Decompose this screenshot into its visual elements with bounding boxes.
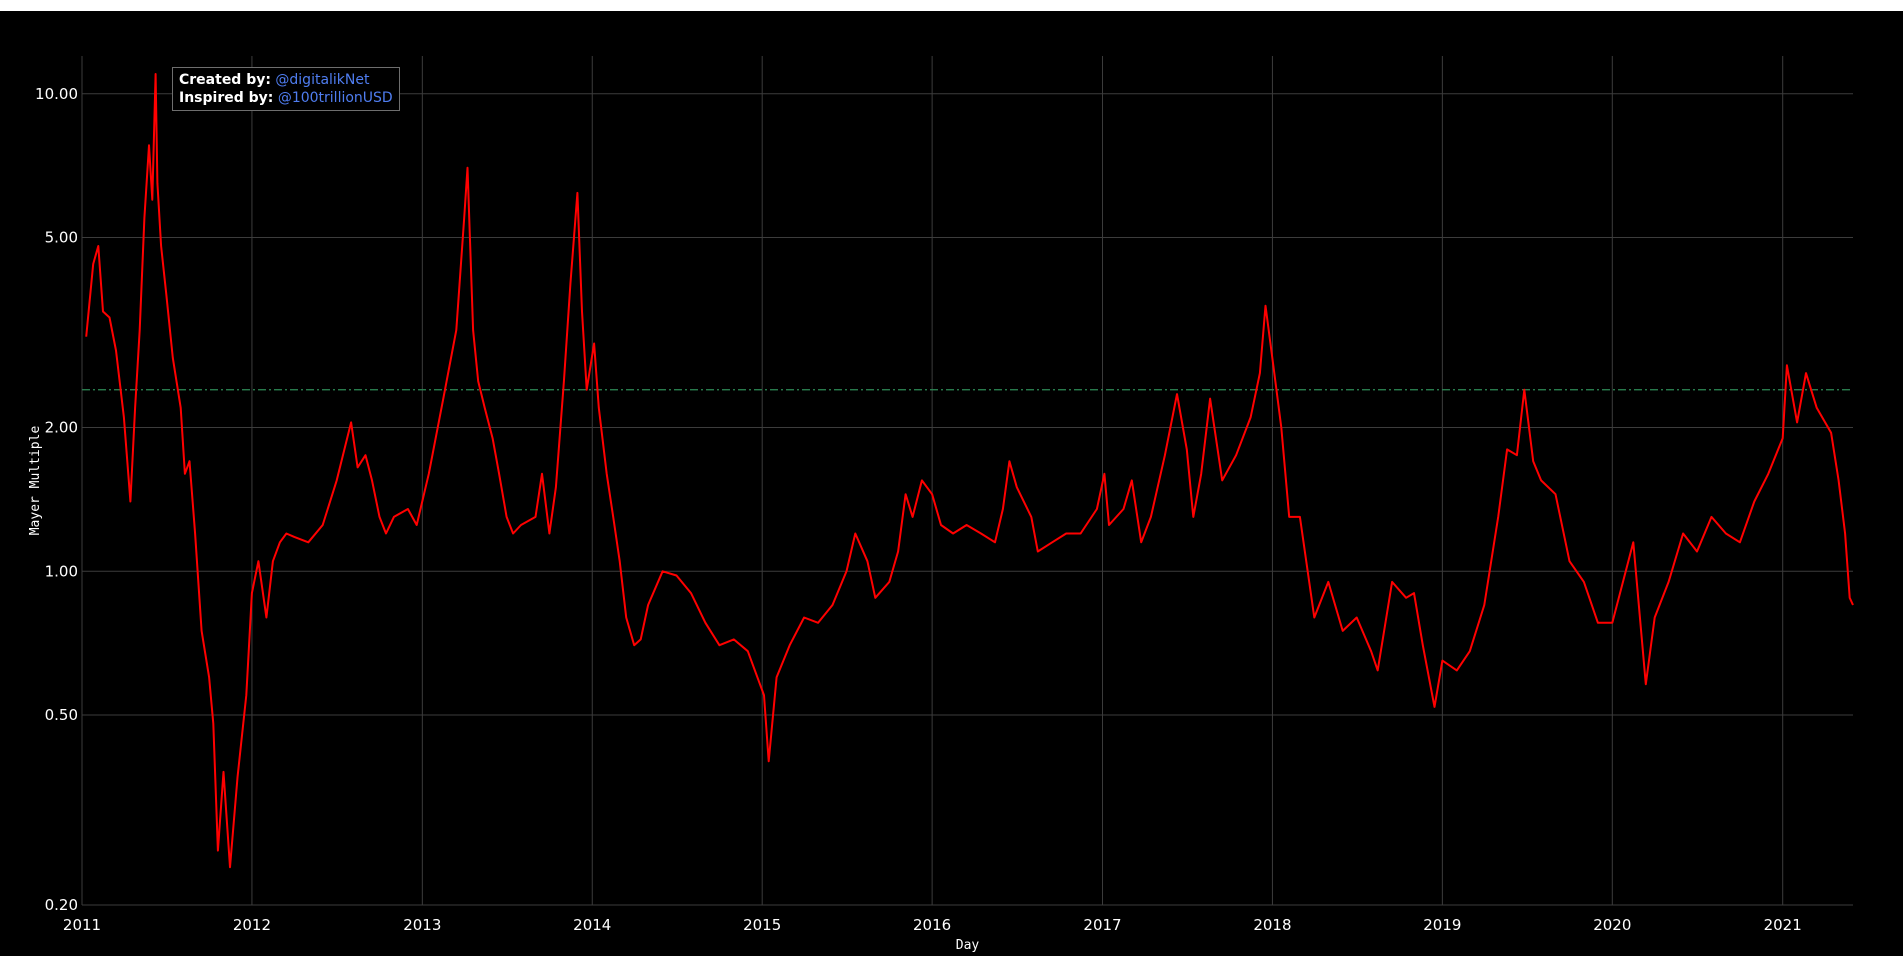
x-tick-label: 2016: [913, 916, 951, 934]
y-axis-title: Mayer Multiple: [28, 426, 43, 536]
y-tick-label: 5.00: [45, 229, 78, 247]
chart-canvas: 2011 2012 2013 2014 2015 2016 2017 2018 2019 2020…: [28, 56, 1854, 953]
x-tick-label: 2012: [233, 916, 271, 934]
x-axis-title: Day: [956, 938, 980, 953]
x-tick-label: 2019: [1423, 916, 1461, 934]
x-tick-label: 2013: [403, 916, 441, 934]
inspired-by-label: Inspired by:: [179, 90, 274, 106]
x-tick-label: 2020: [1593, 916, 1631, 934]
x-tick-label: 2015: [743, 916, 781, 934]
series-line-0: [85, 73, 1854, 869]
x-tick-label: 2014: [573, 916, 611, 934]
created-by-row: Created by: @digitalikNet: [179, 71, 393, 89]
y-tick-label: 10.00: [35, 85, 78, 103]
y-tick-label: 1.00: [45, 562, 78, 580]
x-tick-label: 2011: [63, 916, 101, 934]
inspired-by-link[interactable]: @100trillionUSD: [278, 90, 393, 106]
inspired-by-row: Inspired by: @100trillionUSD: [179, 89, 393, 107]
created-by-link[interactable]: @digitalikNet: [275, 72, 369, 88]
x-tick-label: 2017: [1083, 916, 1121, 934]
y-tick-label: 0.20: [45, 896, 78, 914]
created-by-label: Created by:: [179, 72, 271, 88]
x-tick-label: 2021: [1764, 916, 1802, 934]
mayer-multiple-chart: 2011 2012 2013 2014 2015 2016 2017 2018 2019 2020…: [0, 11, 1903, 956]
window-top-strip: [0, 0, 1903, 11]
y-tick-label: 2.00: [45, 419, 78, 437]
y-tick-label: 0.50: [45, 706, 78, 724]
credits-annotation: Created by: @digitalikNet Inspired by: @…: [172, 67, 400, 111]
x-tick-label: 2018: [1253, 916, 1291, 934]
